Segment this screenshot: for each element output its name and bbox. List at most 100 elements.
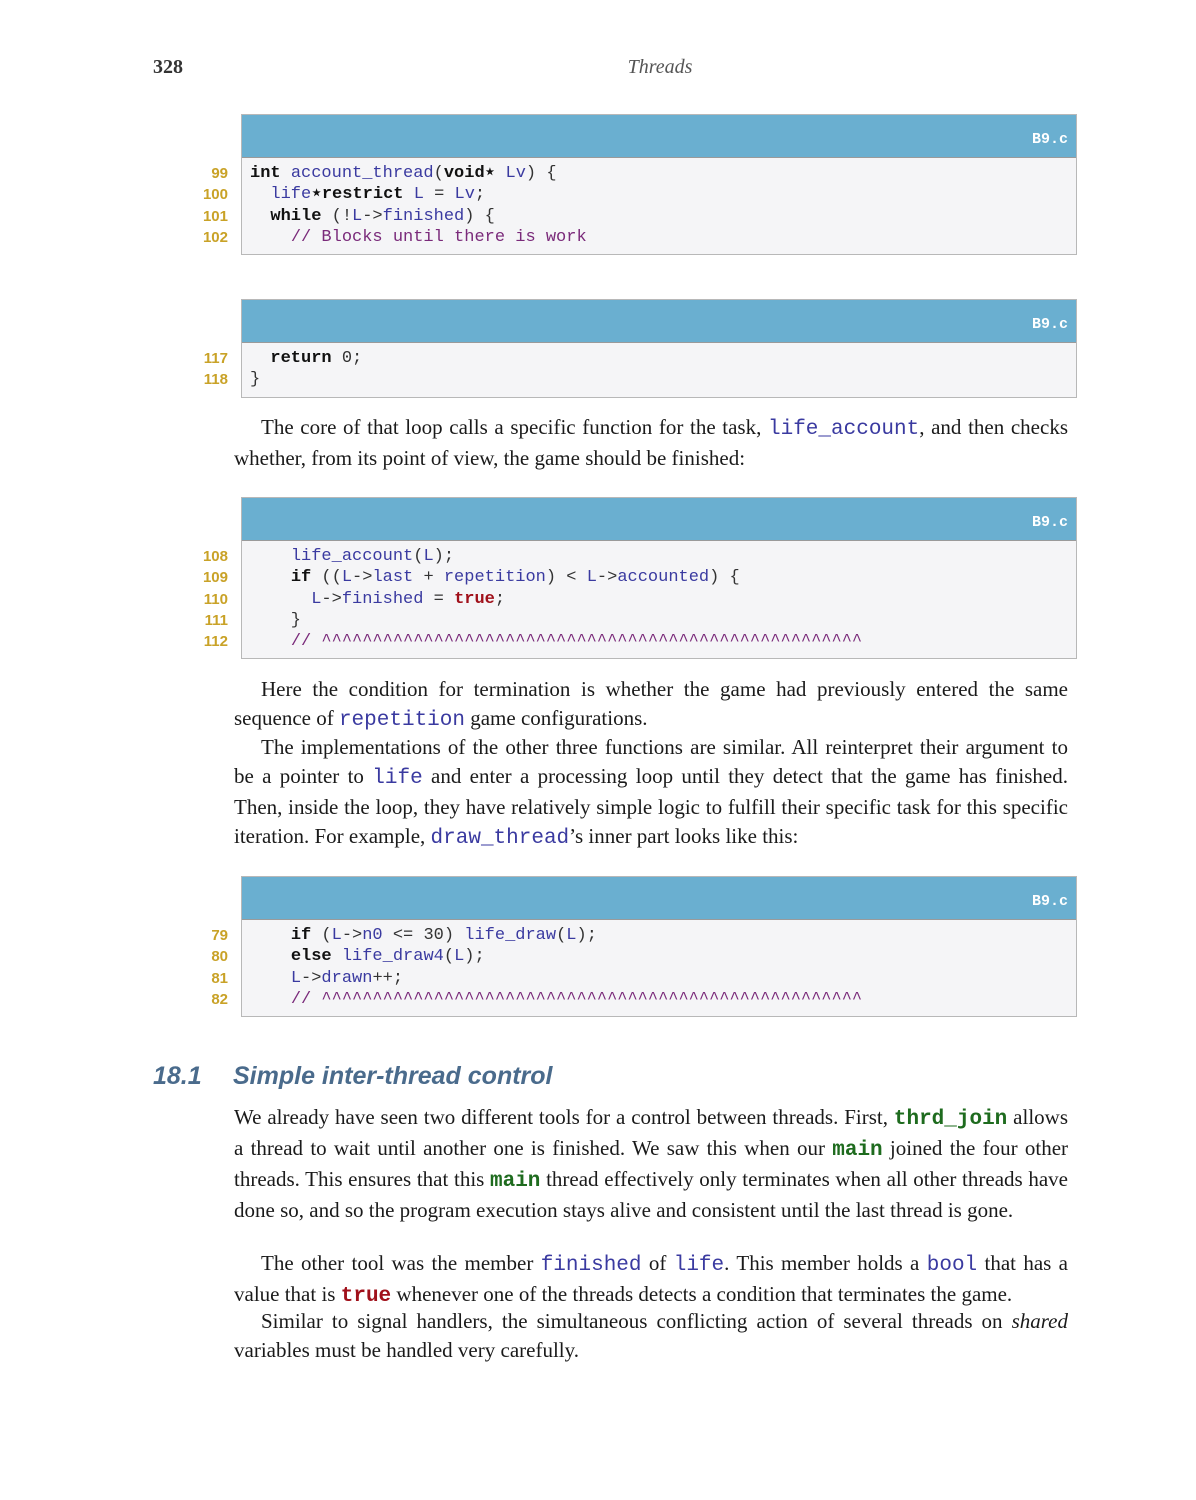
paragraph: Similar to signal handlers, the simultan…: [234, 1309, 1068, 1362]
code-line: 110 L->finished = true;: [204, 589, 1076, 610]
listing-header-bar: B9.c: [242, 115, 1076, 157]
emphasis: shared: [1011, 1309, 1068, 1333]
line-number: 108: [202, 548, 228, 565]
code-token: L: [413, 185, 424, 205]
line-number: 81: [211, 969, 228, 987]
code-token: L: [423, 547, 434, 566]
code-line: 102 // Blocks until there is work: [203, 227, 1076, 248]
code-token: ) {: [464, 206, 495, 226]
code-token: int: [250, 164, 281, 183]
code-listing: B9.c 117 return 0; 118}: [204, 299, 1077, 398]
code-token: L: [352, 206, 363, 226]
line-number: 99: [211, 165, 228, 182]
listing-code: 79 if (L->n0 <= 30) life_draw(L); 80 else…: [211, 919, 1076, 1016]
line-number: 118: [203, 371, 228, 389]
line-number: 111: [204, 611, 228, 629]
code-listing: B9.c 108 life_account(L); 109 if ((L->las…: [203, 497, 1077, 660]
code-line: 82 // ^^^^^^^^^^^^^^^^^^^^^^^^^^^^^^^^^^…: [211, 989, 1076, 1010]
code-token: );: [576, 926, 597, 945]
code-token: if: [290, 926, 312, 945]
code-token: =: [423, 185, 455, 205]
code-token: life_account: [290, 547, 414, 566]
code-token: ⋆: [484, 164, 496, 183]
code-token: ++;: [372, 968, 404, 988]
code-token: if: [290, 568, 312, 588]
listing-code: 117 return 0; 118}: [204, 342, 1076, 397]
code-listing: B9.c 99 int account_thread(void⋆ Lv) {100…: [203, 114, 1077, 256]
code-token: n0: [362, 926, 383, 945]
listing-header-bar: B9.c: [242, 300, 1076, 342]
code-token: last: [372, 568, 414, 588]
code-line: 109 if ((L->last + repetition) < L->acco…: [203, 567, 1076, 588]
line-number: 109: [202, 569, 228, 587]
code-token: L: [290, 968, 302, 988]
code-token: (: [443, 947, 455, 967]
code-token: );: [433, 547, 455, 566]
listing-code: 99 int account_thread(void⋆ Lv) {100 life…: [203, 157, 1076, 254]
code-token: L: [341, 568, 353, 588]
paragraph: The implementations of the other three f…: [234, 735, 1068, 850]
code-token: L: [311, 589, 322, 609]
code-token: }: [250, 610, 302, 630]
code-token: ) {: [709, 568, 740, 588]
inline-code: main: [832, 1139, 883, 1162]
code-token: Lv: [454, 185, 475, 205]
listing-header-bar: B9.c: [242, 877, 1076, 919]
listing-filename: B9.c: [1031, 131, 1068, 148]
paragraph: The other tool was the member finished o…: [234, 1251, 1069, 1308]
inline-code: bool: [926, 1254, 978, 1277]
listing-header-bar: B9.c: [242, 498, 1076, 540]
code-token: );: [464, 947, 485, 967]
line-number: 79: [211, 927, 228, 944]
code-token: 0;: [331, 349, 363, 368]
code-line: 80 else life_draw4(L);: [211, 946, 1076, 967]
section-heading: 18.1 Simple inter-thread control: [153, 1062, 552, 1091]
line-number: 102: [202, 228, 228, 246]
code-line: 99 int account_thread(void⋆ Lv) {: [211, 163, 1076, 184]
code-token: =: [423, 589, 455, 609]
listing-filename: B9.c: [1031, 514, 1068, 531]
listing-filename: B9.c: [1031, 316, 1068, 333]
code-token: ;: [474, 185, 486, 205]
code-line: 108 life_account(L);: [203, 546, 1076, 567]
inline-code: main: [490, 1170, 541, 1193]
code-token: true: [454, 589, 495, 609]
code-line: 101 while (!L->finished) {: [203, 206, 1076, 227]
code-token: L: [586, 568, 597, 588]
code-token: <= 30): [382, 926, 465, 945]
code-token: +: [413, 568, 444, 588]
code-token: life: [270, 185, 312, 205]
code-token: ->: [596, 568, 618, 588]
inline-code: thrd_join: [893, 1108, 1008, 1131]
inline-code: repetition: [338, 709, 465, 732]
code-token: ->: [301, 968, 322, 988]
inline-code: life: [372, 767, 423, 790]
code-token: void: [443, 164, 485, 183]
code-token: (: [311, 926, 332, 945]
code-token: finished: [341, 589, 424, 609]
code-token: ⋆restrict: [311, 185, 404, 205]
listing-filename: B9.c: [1031, 893, 1068, 910]
code-line: 111 }: [205, 610, 1076, 631]
paragraph: The core of that loop calls a specific f…: [234, 415, 1068, 470]
running-head: Threads: [627, 56, 693, 78]
code-token: repetition: [443, 568, 546, 588]
code-token: ) {: [525, 164, 557, 183]
code-token: L: [331, 926, 342, 945]
code-token: ->: [341, 926, 363, 945]
code-line: 112 // ^^^^^^^^^^^^^^^^^^^^^^^^^^^^^^^^^…: [204, 631, 1076, 652]
listing-code: 108 life_account(L); 109 if ((L->last + r…: [203, 540, 1076, 658]
inline-code: true: [340, 1285, 392, 1308]
